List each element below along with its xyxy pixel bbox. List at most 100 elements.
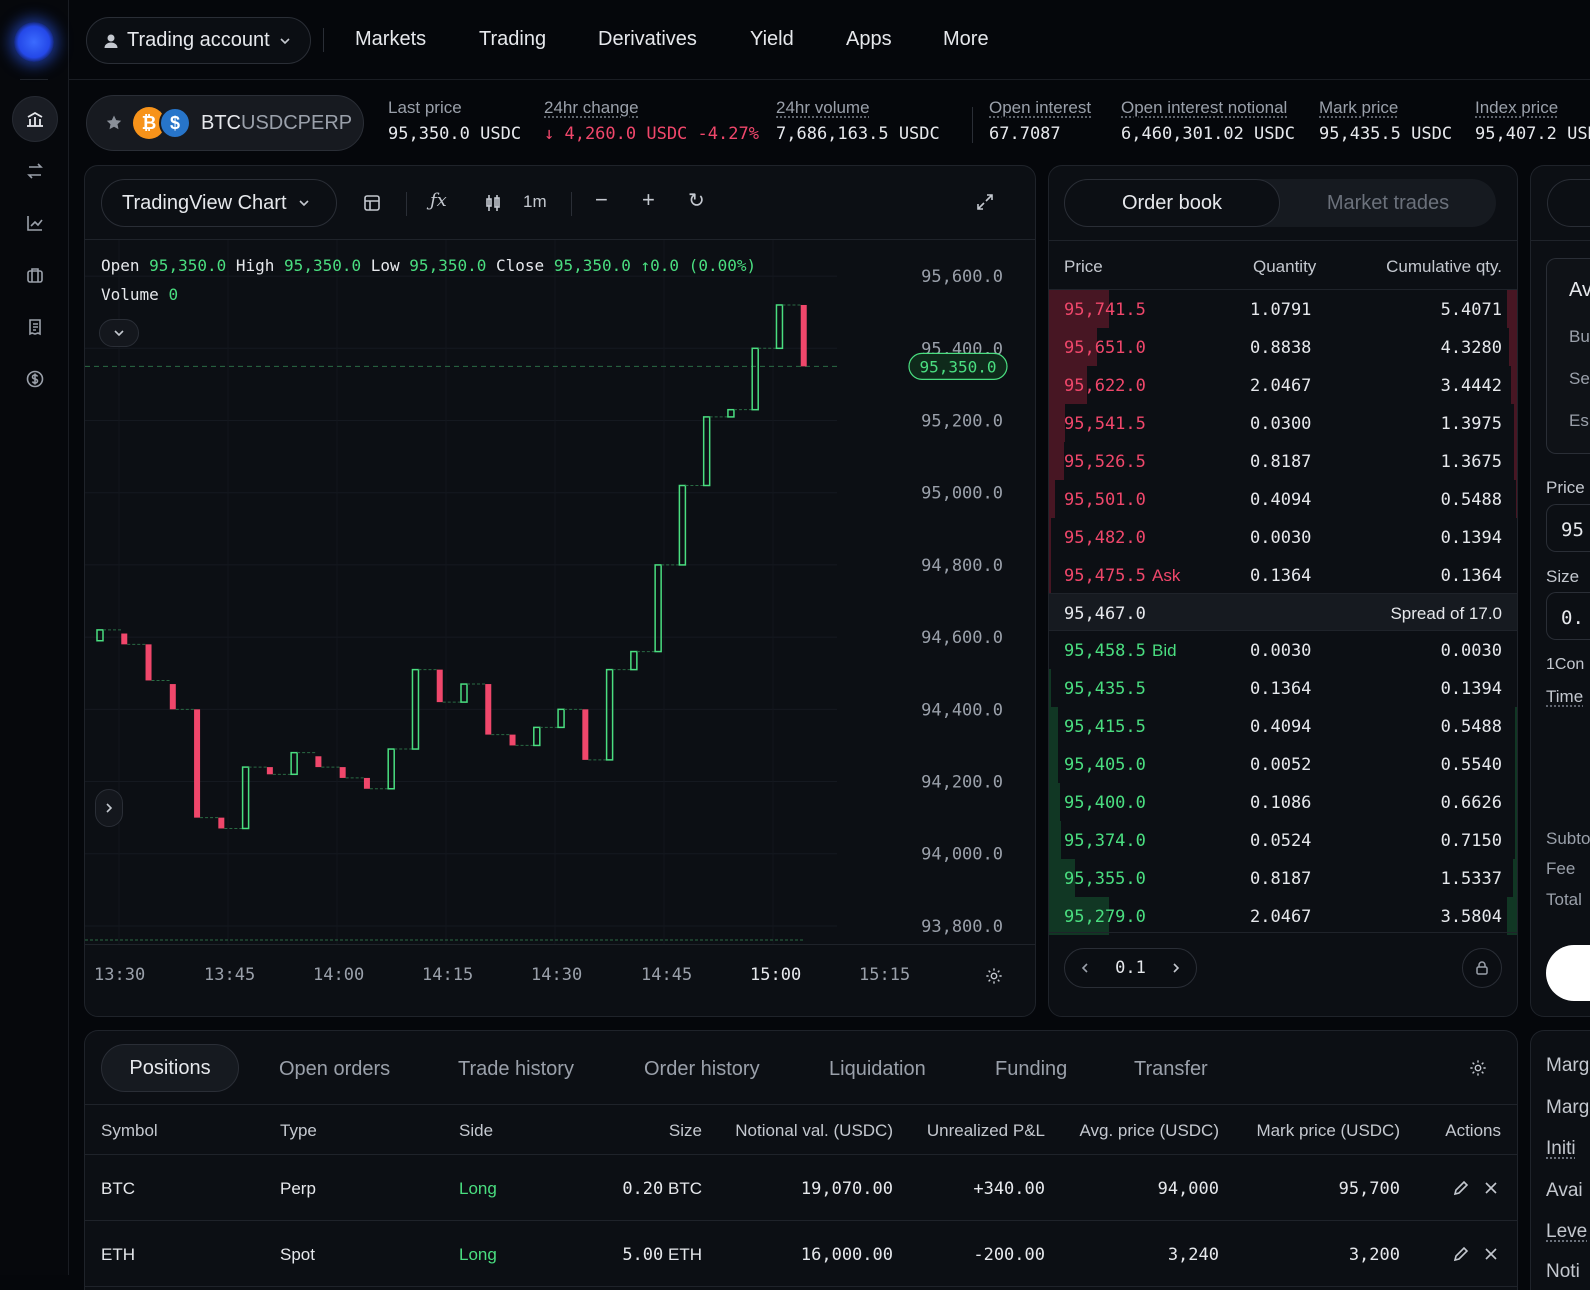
tab-open-orders[interactable]: Open orders	[279, 1058, 390, 1081]
price-cell[interactable]: 95,475.5	[1064, 566, 1146, 586]
price-cell[interactable]: 95,400.0	[1064, 793, 1146, 813]
chart-type-selector[interactable]: TradingView Chart	[101, 179, 337, 227]
ask-row[interactable]: 95,482.0 0.0030 0.1394	[1049, 518, 1517, 556]
leverage-row[interactable]: Leve	[1546, 1221, 1587, 1243]
swap-icon[interactable]	[12, 148, 58, 194]
nav-derivatives[interactable]: Derivatives	[598, 28, 697, 51]
price-cell[interactable]: 95,458.5	[1064, 641, 1146, 661]
nav-markets[interactable]: Markets	[355, 28, 426, 51]
nav-more[interactable]: More	[943, 28, 989, 51]
tab-liquidation[interactable]: Liquidation	[829, 1058, 926, 1081]
initial-margin-row[interactable]: Initi	[1546, 1138, 1576, 1160]
price-cell[interactable]: 95,355.0	[1064, 869, 1146, 889]
price-cell[interactable]: 95,501.0	[1064, 490, 1146, 510]
close-icon[interactable]	[1483, 1246, 1499, 1262]
collapse-legend-button[interactable]	[99, 319, 139, 347]
price-chart[interactable]: 95,600.095,400.095,200.095,000.094,800.0…	[85, 240, 1036, 944]
nav-yield[interactable]: Yield	[750, 28, 794, 51]
tab-order-book[interactable]: Order book	[1064, 179, 1280, 227]
price-cell[interactable]: 95,482.0	[1064, 528, 1146, 548]
bid-row[interactable]: 95,400.0 0.1086 0.6626	[1049, 783, 1517, 821]
stat-label[interactable]: 24hr volume	[776, 98, 940, 118]
price-cell[interactable]: 95,279.0	[1064, 907, 1146, 927]
tab-funding[interactable]: Funding	[995, 1058, 1067, 1081]
stat-label[interactable]: Open interest	[989, 98, 1091, 118]
ask-row[interactable]: 95,541.5 0.0300 1.3975	[1049, 404, 1517, 442]
price-cell[interactable]: 95,374.0	[1064, 831, 1146, 851]
briefcase-icon[interactable]	[12, 252, 58, 298]
chevron-right-icon[interactable]	[1170, 962, 1182, 974]
price-cell[interactable]: 95,415.5	[1064, 717, 1146, 737]
candle-down	[315, 756, 321, 767]
time-in-force-label[interactable]: Time	[1546, 687, 1583, 707]
fullscreen-icon[interactable]	[975, 192, 995, 212]
tab-order-history[interactable]: Order history	[644, 1058, 760, 1081]
chart-settings-icon[interactable]	[985, 967, 1003, 985]
trading-account-button[interactable]: Trading account	[86, 17, 311, 64]
positions-settings-icon[interactable]	[1469, 1059, 1487, 1077]
ask-row[interactable]: 95,622.0 2.0467 3.4442	[1049, 366, 1517, 404]
bid-row[interactable]: 95,405.0 0.0052 0.5540	[1049, 745, 1517, 783]
close-icon[interactable]	[1483, 1180, 1499, 1196]
candles-icon[interactable]	[483, 193, 503, 213]
size-input[interactable]: 0.	[1546, 592, 1590, 640]
table-row[interactable]: BTC Perp Long 0.20 BTC 19,070.00 +340.00…	[85, 1155, 1517, 1221]
tab-transfer[interactable]: Transfer	[1134, 1058, 1208, 1081]
app-logo[interactable]	[14, 22, 54, 62]
stat-label[interactable]: Index price	[1475, 98, 1590, 118]
size-input-value: 0.	[1561, 607, 1584, 629]
nav-divider	[323, 28, 324, 52]
ask-row[interactable]: 95,651.0 0.8838 4.3280	[1049, 328, 1517, 366]
refresh-icon[interactable]: ↻	[688, 188, 705, 213]
price-cell[interactable]: 95,435.5	[1064, 679, 1146, 699]
edit-icon[interactable]	[1452, 1179, 1470, 1197]
nav-trading[interactable]: Trading	[479, 28, 546, 51]
price-cell[interactable]: 95,405.0	[1064, 755, 1146, 775]
price-cell[interactable]: 95,526.5	[1064, 452, 1146, 472]
trend-icon[interactable]	[12, 200, 58, 246]
ask-row[interactable]: 95,475.5 Ask 0.1364 0.1364	[1049, 556, 1517, 594]
table-row[interactable]: ETH Spot Long 5.00 ETH 16,000.00 -200.00…	[85, 1221, 1517, 1287]
price-input[interactable]: 95	[1546, 504, 1590, 552]
edit-icon[interactable]	[1452, 1245, 1470, 1263]
chart-panel: TradingView Chart ƒx 1m − + ↻ 95,600.0 95…	[84, 165, 1036, 1017]
tab-trade-history[interactable]: Trade history	[458, 1058, 574, 1081]
price-cell[interactable]: 95,622.0	[1064, 376, 1146, 396]
interval-button[interactable]: 1m	[523, 192, 547, 212]
bid-row[interactable]: 95,279.0 2.0467 3.5804	[1049, 897, 1517, 935]
stat-label[interactable]: 24hr change	[544, 98, 759, 118]
receipt-icon[interactable]	[12, 304, 58, 350]
chevron-left-icon[interactable]	[1079, 962, 1091, 974]
dollar-icon[interactable]	[12, 356, 58, 402]
ask-row[interactable]: 95,501.0 0.4094 0.5488	[1049, 480, 1517, 518]
tab-market-trades[interactable]: Market trades	[1280, 179, 1496, 227]
layout-icon[interactable]	[362, 193, 382, 213]
star-icon[interactable]	[105, 114, 123, 132]
symbol-selector[interactable]: ₿ $ BTC USDCPERP	[86, 95, 364, 151]
price-step-selector[interactable]: 0.1	[1064, 948, 1197, 988]
stat-label[interactable]: Open interest notional	[1121, 98, 1295, 118]
lock-button[interactable]	[1462, 948, 1502, 988]
price-cell[interactable]: 95,651.0	[1064, 338, 1146, 358]
home-chart-icon[interactable]	[12, 96, 58, 142]
bid-row[interactable]: 95,374.0 0.0524 0.7150	[1049, 821, 1517, 859]
price-cell[interactable]: 95,541.5	[1064, 414, 1146, 434]
submit-order-button[interactable]	[1546, 945, 1590, 1001]
bid-row[interactable]: 95,415.5 0.4094 0.5488	[1049, 707, 1517, 745]
price-cell[interactable]: 95,741.5	[1064, 300, 1146, 320]
ask-row[interactable]: 95,741.5 1.0791 5.4071	[1049, 290, 1517, 328]
tab-positions[interactable]: Positions	[101, 1044, 239, 1092]
bid-row[interactable]: 95,458.5 Bid 0.0030 0.0030	[1049, 631, 1517, 669]
bid-row[interactable]: 95,355.0 0.8187 1.5337	[1049, 859, 1517, 897]
stat-label[interactable]: Mark price	[1319, 98, 1452, 118]
ask-row[interactable]: 95,526.5 0.8187 1.3675	[1049, 442, 1517, 480]
order-type-tab[interactable]	[1547, 179, 1590, 227]
zoom-in-icon[interactable]: +	[642, 187, 655, 213]
expand-sidebar-button[interactable]	[95, 789, 123, 827]
bid-row[interactable]: 95,435.5 0.1364 0.1394	[1049, 669, 1517, 707]
nav-apps[interactable]: Apps	[846, 28, 892, 51]
chevron-down-icon	[112, 326, 126, 340]
function-icon[interactable]: ƒx	[430, 190, 447, 211]
price-tick: 95,000.0	[921, 484, 1003, 504]
zoom-out-icon[interactable]: −	[595, 187, 608, 213]
